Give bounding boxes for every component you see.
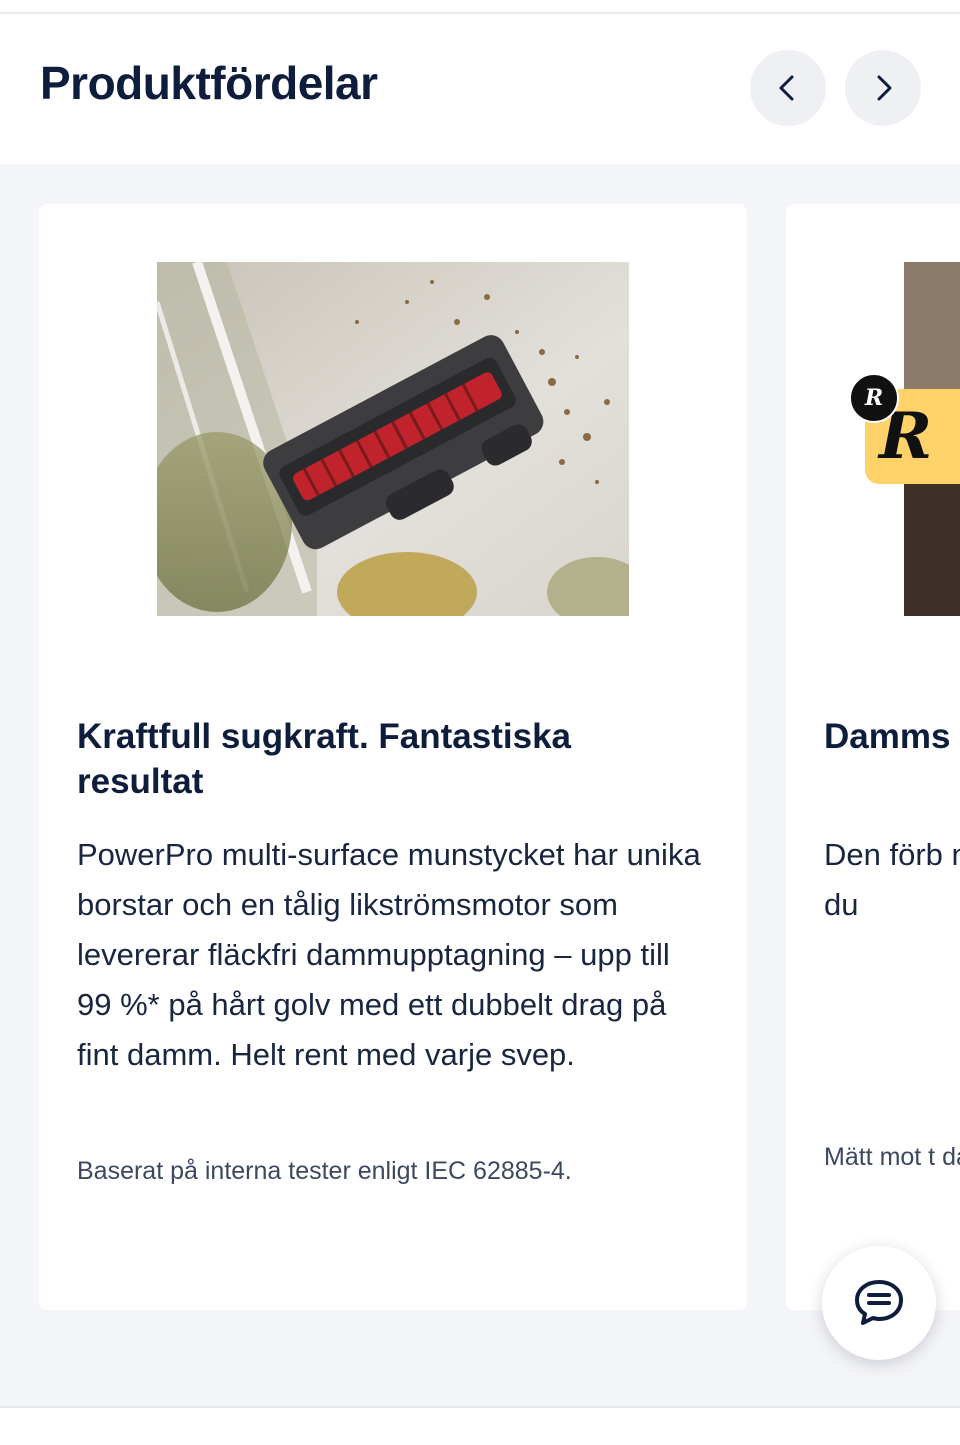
benefit-card: Damms filtret Den förb minimerc ger bibe…	[786, 204, 960, 1310]
section-header: Produktfördelar	[0, 14, 960, 164]
card-description: PowerPro multi-surface munstycket har un…	[77, 837, 701, 1072]
chat-button[interactable]	[822, 1246, 936, 1360]
product-benefits-carousel[interactable]: Kraftfull sugkraft. Fantastiska resultat…	[0, 164, 960, 1406]
chevron-left-icon	[779, 75, 794, 101]
card-title: Kraftfull sugkraft. Fantastiska resultat	[77, 717, 571, 801]
card-title: Damms filtret	[824, 717, 960, 756]
card-description: Den förb minimerc ger bibeh Dammsu innan…	[824, 837, 960, 922]
badge-dot[interactable]: R	[849, 373, 899, 423]
section-title: Produktfördelar	[40, 57, 378, 109]
bottom-divider	[0, 1406, 960, 1445]
card-footnote: Baserat på interna tester enligt IEC 628…	[77, 1157, 572, 1185]
chat-bubble-icon	[855, 1280, 903, 1325]
benefit-card: Kraftfull sugkraft. Fantastiska resultat…	[39, 204, 747, 1310]
card-footnote: Mätt mot t dammbeh (standard	[824, 1143, 960, 1171]
carousel-prev-button[interactable]	[750, 50, 826, 126]
top-divider	[0, 0, 960, 14]
carousel-next-button[interactable]	[845, 50, 921, 126]
chevron-right-icon	[877, 75, 892, 101]
product-image	[157, 262, 629, 616]
